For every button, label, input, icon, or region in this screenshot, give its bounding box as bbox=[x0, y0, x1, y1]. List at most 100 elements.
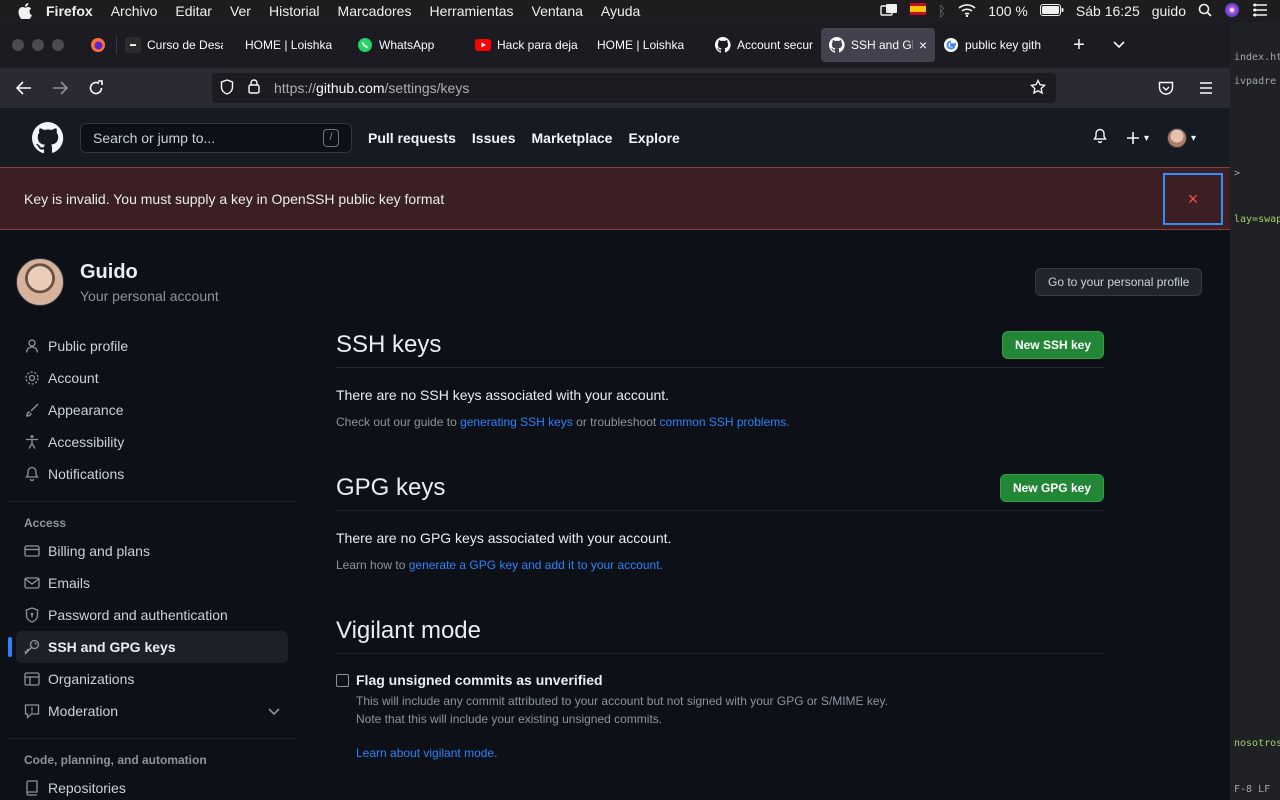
accessibility-icon bbox=[24, 434, 40, 450]
menu-herramientas[interactable]: Herramientas bbox=[429, 3, 513, 19]
sidebar-item-moderation[interactable]: Moderation bbox=[16, 695, 288, 727]
editor-tab-label[interactable]: index.ht bbox=[1234, 52, 1280, 63]
url-bar[interactable]: https://github.com/settings/keys bbox=[212, 73, 1056, 103]
new-gpg-key-button[interactable]: New GPG key bbox=[999, 473, 1104, 502]
repo-icon bbox=[24, 780, 40, 796]
github-search-input[interactable]: Search or jump to... / bbox=[80, 123, 352, 153]
firefox-view-icon[interactable] bbox=[80, 37, 116, 53]
profile-name[interactable]: Guido bbox=[80, 261, 219, 284]
menu-ventana[interactable]: Ventana bbox=[532, 3, 583, 19]
sidebar-item-emails[interactable]: Emails bbox=[16, 567, 288, 599]
generating-ssh-keys-link[interactable]: generating SSH keys bbox=[460, 415, 573, 429]
keyboard-language-flag-icon[interactable] bbox=[909, 2, 926, 20]
menu-app-name[interactable]: Firefox bbox=[46, 3, 93, 19]
menu-archivo[interactable]: Archivo bbox=[111, 3, 158, 19]
github-logo-icon[interactable] bbox=[32, 122, 64, 154]
battery-icon[interactable] bbox=[1039, 3, 1064, 19]
tab-label: public key gith bbox=[965, 38, 1042, 52]
settings-page: Guido Your personal account Go to your p… bbox=[0, 230, 1230, 800]
tab-google-search[interactable]: public key gith bbox=[935, 28, 1059, 62]
gpg-help-suffix: . bbox=[659, 558, 663, 572]
settings-content: SSH keys New SSH key There are no SSH ke… bbox=[336, 330, 1104, 760]
sidebar-item-public-profile[interactable]: Public profile bbox=[16, 330, 288, 362]
nav-pull-requests[interactable]: Pull requests bbox=[368, 130, 456, 146]
tab-label: WhatsApp bbox=[379, 38, 435, 52]
minimize-window-button[interactable] bbox=[32, 39, 44, 51]
zoom-window-button[interactable] bbox=[52, 39, 64, 51]
caret-down-icon: ▾ bbox=[1143, 132, 1149, 144]
notifications-bell-icon[interactable] bbox=[1092, 128, 1108, 149]
sidebar-item-password-authentication[interactable]: Password and authentication bbox=[16, 599, 288, 631]
avatar[interactable] bbox=[16, 258, 64, 306]
generate-gpg-key-link[interactable]: generate a GPG key and add it to your ac… bbox=[409, 558, 660, 572]
lock-icon[interactable] bbox=[248, 79, 264, 97]
close-window-button[interactable] bbox=[12, 39, 24, 51]
new-ssh-key-button[interactable]: New SSH key bbox=[1001, 330, 1104, 359]
person-icon bbox=[24, 338, 40, 354]
chevron-down-icon[interactable] bbox=[268, 703, 280, 719]
tab-home-loishka-1[interactable]: HOME | Loishka bbox=[231, 28, 349, 62]
tab-youtube[interactable]: Hack para deja bbox=[467, 28, 587, 62]
menu-clock[interactable]: Sáb 16:25 bbox=[1076, 3, 1140, 19]
sidebar-item-notifications[interactable]: Notifications bbox=[16, 458, 288, 490]
ssh-keys-body: There are no SSH keys associated with yo… bbox=[336, 368, 1104, 429]
bookmark-star-icon[interactable] bbox=[1029, 78, 1047, 98]
menu-historial[interactable]: Historial bbox=[269, 3, 320, 19]
tab-curso[interactable]: ▬ Curso de Desa bbox=[117, 28, 231, 62]
sidebar-item-organizations[interactable]: Organizations bbox=[16, 663, 288, 695]
sidebar-item-account[interactable]: Account bbox=[16, 362, 288, 394]
wifi-icon[interactable] bbox=[958, 3, 976, 20]
flag-unsigned-commits-label[interactable]: Flag unsigned commits as unverified bbox=[356, 672, 888, 688]
sidebar-item-billing[interactable]: Billing and plans bbox=[16, 535, 288, 567]
common-ssh-problems-link[interactable]: common SSH problems bbox=[660, 415, 787, 429]
gpg-keys-title: GPG keys bbox=[336, 473, 446, 501]
editor-code-line: lay=swap bbox=[1234, 214, 1280, 225]
new-tab-plus-icon[interactable]: + bbox=[1059, 34, 1099, 57]
tab-whatsapp[interactable]: WhatsApp bbox=[349, 28, 467, 62]
gpg-keys-body: There are no GPG keys associated with yo… bbox=[336, 511, 1104, 572]
sidebar-item-accessibility[interactable]: Accessibility bbox=[16, 426, 288, 458]
menu-ver[interactable]: Ver bbox=[230, 3, 251, 19]
url-text[interactable]: https://github.com/settings/keys bbox=[274, 80, 469, 96]
spotlight-search-icon[interactable] bbox=[1198, 3, 1212, 20]
tab-account-security[interactable]: Account secur bbox=[707, 28, 821, 62]
close-tab-icon[interactable]: × bbox=[919, 37, 927, 53]
screens-icon[interactable] bbox=[880, 3, 898, 20]
tab-ssh-gpg-keys[interactable]: SSH and GP × bbox=[821, 28, 935, 62]
mail-icon bbox=[24, 575, 40, 591]
sidebar-item-appearance[interactable]: Appearance bbox=[16, 394, 288, 426]
vigilant-note-1: This will include any commit attributed … bbox=[356, 694, 889, 708]
bluetooth-icon[interactable]: ᛒ bbox=[938, 3, 946, 19]
siri-icon[interactable] bbox=[1224, 2, 1240, 21]
ssh-empty-message: There are no SSH keys associated with yo… bbox=[336, 387, 670, 403]
control-center-icon[interactable] bbox=[1252, 3, 1268, 20]
sidebar-item-ssh-gpg-keys[interactable]: SSH and GPG keys bbox=[8, 631, 288, 663]
menu-ayuda[interactable]: Ayuda bbox=[601, 3, 640, 19]
learn-vigilant-mode-link[interactable]: Learn about vigilant mode. bbox=[356, 746, 888, 760]
flag-unsigned-commits-checkbox[interactable] bbox=[336, 674, 349, 687]
nav-marketplace[interactable]: Marketplace bbox=[532, 130, 613, 146]
tracking-protection-shield-icon[interactable] bbox=[220, 78, 236, 98]
nav-explore[interactable]: Explore bbox=[628, 130, 679, 146]
go-to-profile-button[interactable]: Go to your personal profile bbox=[1035, 268, 1203, 296]
list-all-tabs-chevron-icon[interactable] bbox=[1099, 36, 1139, 54]
close-flash-x-icon[interactable]: × bbox=[1163, 173, 1223, 225]
forward-arrow-icon[interactable] bbox=[42, 72, 78, 104]
sidebar-item-repositories[interactable]: Repositories bbox=[16, 772, 288, 800]
apple-icon[interactable] bbox=[18, 3, 34, 19]
menu-user[interactable]: guido bbox=[1152, 3, 1186, 19]
user-menu-dropdown[interactable]: ▾ bbox=[1166, 128, 1196, 148]
back-arrow-icon[interactable] bbox=[6, 72, 42, 104]
editor-status-bar: F-8 LF bbox=[1234, 784, 1271, 795]
pocket-icon[interactable] bbox=[1148, 72, 1184, 104]
menu-marcadores[interactable]: Marcadores bbox=[338, 3, 412, 19]
avatar bbox=[1166, 128, 1187, 148]
hamburger-menu-icon[interactable] bbox=[1188, 72, 1224, 104]
vigilant-mode-header: Vigilant mode bbox=[336, 616, 1104, 654]
menu-editar[interactable]: Editar bbox=[175, 3, 212, 19]
tab-home-loishka-2[interactable]: HOME | Loishka bbox=[587, 28, 707, 62]
nav-issues[interactable]: Issues bbox=[472, 130, 516, 146]
reload-icon[interactable] bbox=[78, 72, 114, 104]
create-new-plus-dropdown[interactable]: ▾ bbox=[1126, 131, 1149, 145]
